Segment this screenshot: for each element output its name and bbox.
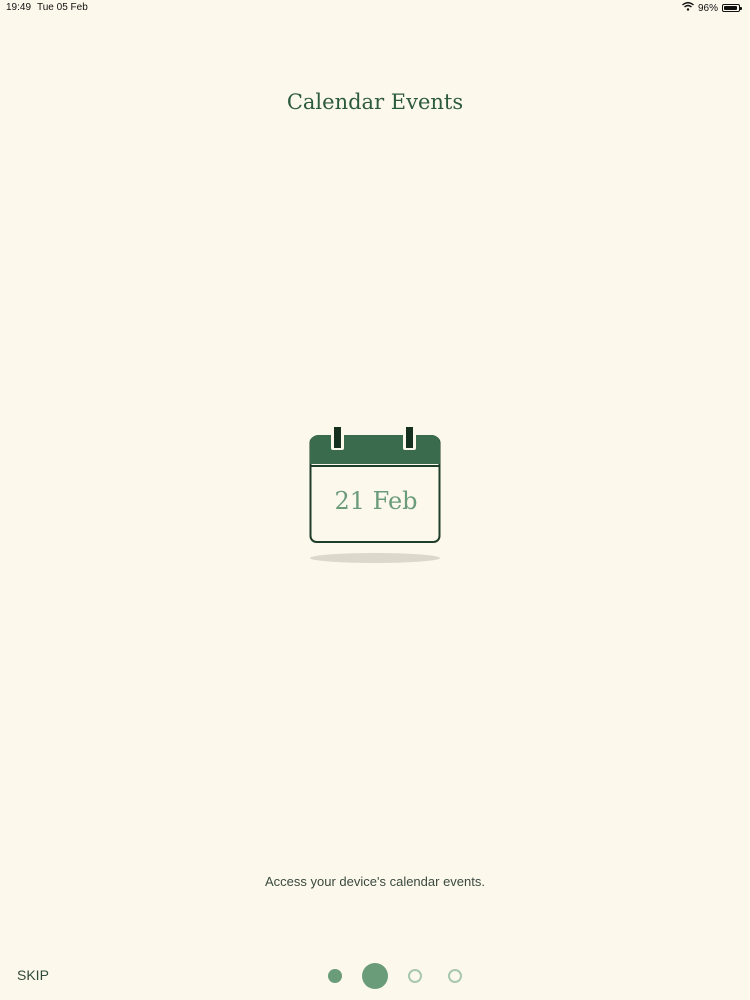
page-indicator (0, 962, 750, 990)
battery-percentage: 96% (697, 2, 718, 14)
status-date: Tue 05 Feb (37, 2, 88, 13)
page-dot-4[interactable] (448, 969, 462, 983)
page-dot-3[interactable] (408, 969, 422, 983)
status-time: 19:49 (6, 2, 32, 13)
calendar-illustration: 21 Feb (305, 420, 445, 570)
page-title: Calendar Events (286, 90, 464, 114)
wifi-icon (682, 2, 694, 14)
status-bar: 19:49 Tue 05 Feb 96% (0, 0, 750, 16)
page-dot-2-active[interactable] (362, 963, 388, 989)
onboarding-description: Access your device's calendar events. (265, 874, 485, 889)
battery-icon (722, 4, 742, 12)
calendar-date-label: 21 Feb (334, 487, 418, 515)
status-indicators: 96% (682, 2, 742, 14)
page-dot-1[interactable] (328, 969, 342, 983)
